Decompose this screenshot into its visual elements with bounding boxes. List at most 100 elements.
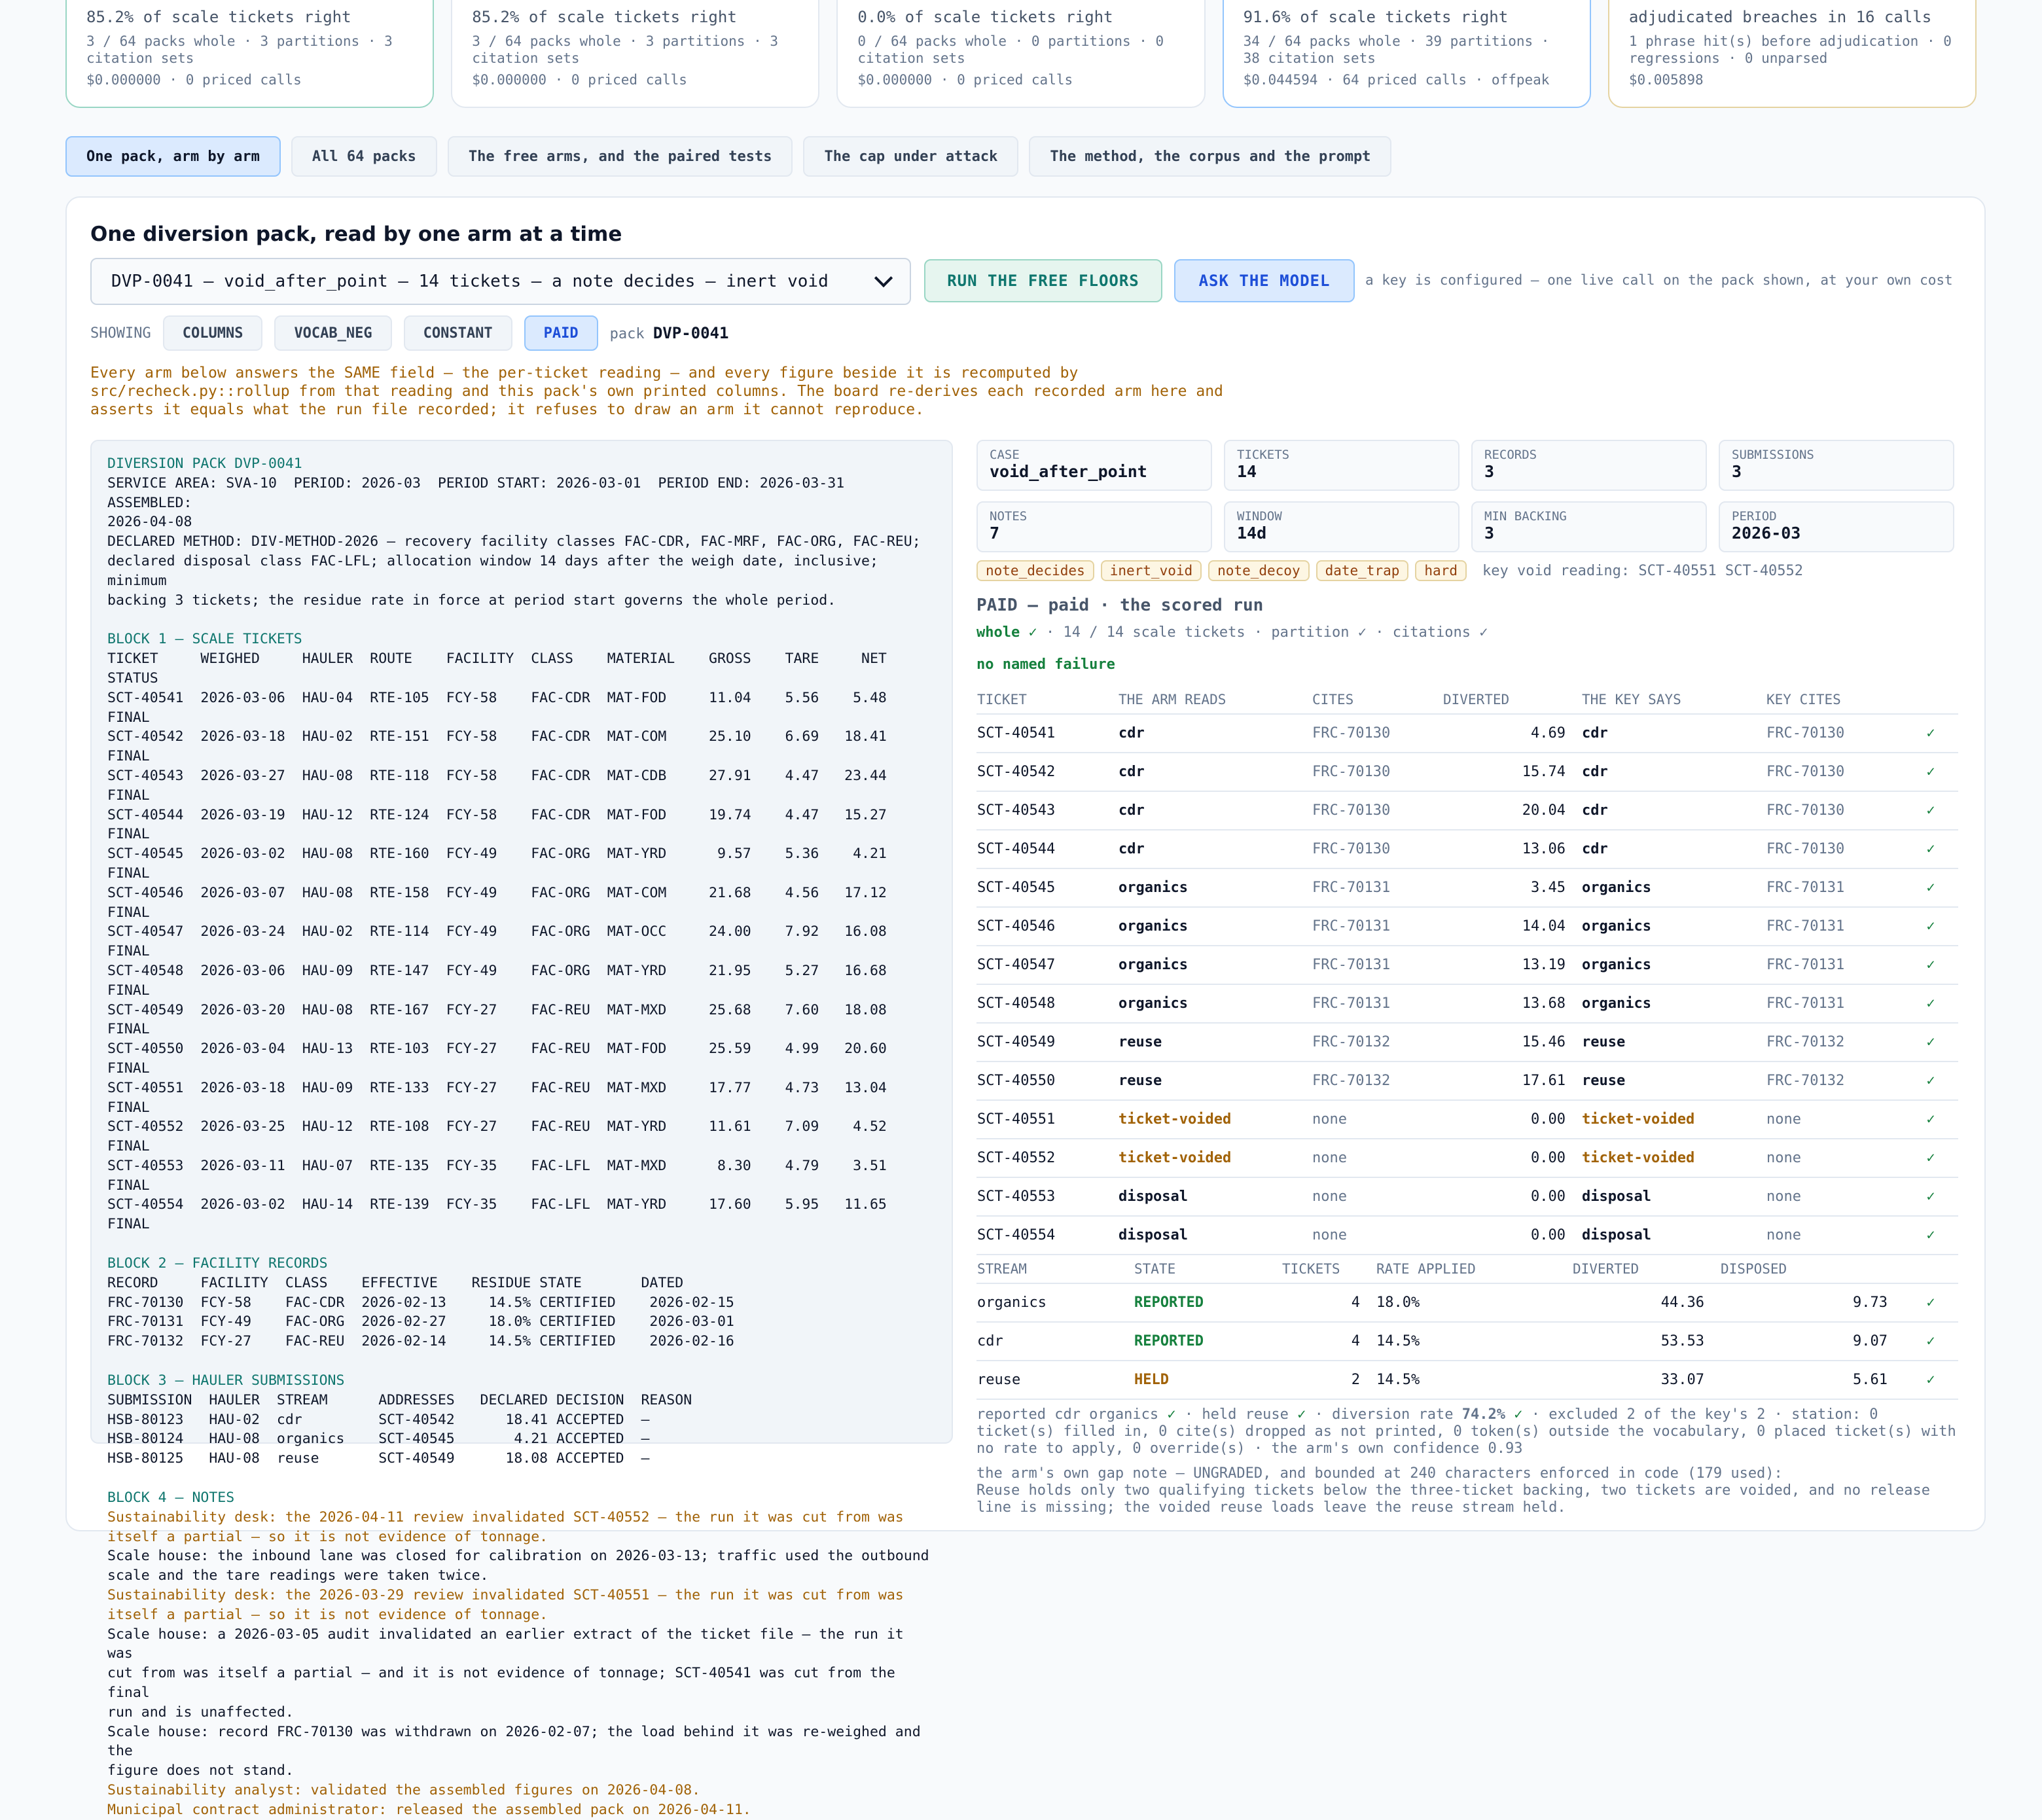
table-row[interactable]: SCT-40554 disposal none 0.00 disposal none ✓ [976, 1216, 1958, 1255]
table-row[interactable]: SCT-40548 organics FRC-70131 13.68 organics F… [976, 984, 1958, 1024]
ticket-id: SCT-40548 [976, 984, 1118, 1024]
summary-part: · held reuse [1175, 1406, 1298, 1423]
tab-free-arms[interactable]: The free arms, and the paired tests [447, 136, 793, 177]
table-row[interactable]: SCT-40551 ticket-voided none 0.00 ticket-voi… [976, 1100, 1958, 1139]
chevron-down-icon [874, 268, 893, 288]
arm-verdict: whole ✓ · 14 / 14 scale tickets · partit… [976, 624, 1958, 641]
check-icon: ✓ [1903, 830, 1958, 869]
col-match [1903, 686, 1958, 715]
key-cite: FRC-70130 [1766, 830, 1903, 869]
key-cite: FRC-70130 [1766, 714, 1903, 753]
check-icon: ✓ [1903, 1177, 1958, 1217]
ticket-id: SCT-40552 [976, 1139, 1118, 1178]
table-row[interactable]: SCT-40545 organics FRC-70131 3.45 organics FR… [976, 868, 1958, 908]
stat-label: CASE [990, 448, 1020, 462]
card-cost: $0.044594 · 64 priced calls · offpeak [1243, 72, 1550, 88]
key-reading: disposal [1581, 1177, 1766, 1217]
ticket-id: SCT-40554 [976, 1216, 1118, 1255]
check-icon: ✓ [1903, 714, 1958, 753]
tab-one-pack[interactable]: One pack, arm by arm [65, 136, 281, 177]
table-row[interactable]: SCT-40550 reuse FRC-70132 17.61 reuse FRC-701… [976, 1062, 1958, 1101]
key-cite: FRC-70130 [1766, 753, 1903, 792]
key-cite: FRC-70132 [1766, 1023, 1903, 1062]
col-disposed: DISPOSED [1720, 1255, 1903, 1284]
summary-card-vocab-neg[interactable]: 85.2% of scale tickets right 3 / 64 pack… [451, 0, 820, 108]
stat-value: 3 [1484, 524, 1495, 543]
status-badge: HELD [1134, 1361, 1281, 1400]
check-icon: ✓ [1903, 1322, 1958, 1361]
tab-all-packs[interactable]: All 64 packs [291, 136, 437, 177]
check-icon: ✓ [1903, 1100, 1958, 1139]
ticket-id: SCT-40550 [976, 1062, 1118, 1101]
stat-label: SUBMISSIONS [1732, 448, 1814, 462]
tag: note_decoy [1208, 560, 1310, 581]
table-row[interactable]: SCT-40543 cdr FRC-70130 20.04 cdr FRC-70130 ✓ [976, 791, 1958, 830]
arm-chip-columns[interactable]: COLUMNS [162, 315, 263, 351]
tag: note_decides [976, 560, 1094, 581]
table-row[interactable]: SCT-40553 disposal none 0.00 disposal none ✓ [976, 1177, 1958, 1217]
table-row[interactable]: SCT-40549 reuse FRC-70132 15.46 reuse FRC-701… [976, 1023, 1958, 1062]
note-line: Sustainability desk: the 2026-04-11 revi… [107, 1508, 904, 1545]
key-cite: none [1766, 1139, 1903, 1178]
diverted-value: 13.68 [1442, 984, 1581, 1024]
table-row[interactable]: SCT-40542 cdr FRC-70130 15.74 cdr FRC-70130 ✓ [976, 753, 1958, 792]
diversion-rate: 74.2% [1461, 1406, 1505, 1423]
check-icon: ✓ [1514, 1406, 1523, 1423]
table-row[interactable]: SCT-40541 cdr FRC-70130 4.69 cdr FRC-70130 ✓ [976, 714, 1958, 753]
ticket-id: SCT-40547 [976, 946, 1118, 985]
key-cite: FRC-70131 [1766, 868, 1903, 908]
summary-card-constant[interactable]: 0.0% of scale tickets right 0 / 64 packs… [836, 0, 1206, 108]
stream-disposed: 9.73 [1720, 1283, 1903, 1323]
table-row[interactable]: reuse HELD 2 14.5% 33.07 5.61 ✓ [976, 1361, 1958, 1400]
table-header: TICKET THE ARM READS CITES DIVERTED THE … [976, 686, 1958, 715]
run-free-floors-button[interactable]: RUN THE FREE FLOORS [924, 259, 1162, 302]
table-row[interactable]: cdr REPORTED 4 14.5% 53.53 9.07 ✓ [976, 1322, 1958, 1361]
showing-label: SHOWING [90, 325, 151, 342]
card-sub: 0 / 64 packs whole · 0 partitions · 0 ci… [857, 33, 1164, 66]
table-row[interactable]: SCT-40552 ticket-voided none 0.00 ticket-voi… [976, 1139, 1958, 1178]
diverted-value: 13.19 [1442, 946, 1581, 985]
arm-chip-constant[interactable]: CONSTANT [403, 315, 512, 351]
stream-name: organics [976, 1283, 1134, 1323]
summary-card-paid[interactable]: 91.6% of scale tickets right 34 / 64 pac… [1222, 0, 1591, 108]
arm-reading: disposal [1118, 1177, 1312, 1217]
pack-select[interactable]: DVP-0041 — void_after_point — 14 tickets… [90, 258, 911, 305]
arm-cite: none [1312, 1177, 1442, 1217]
arm-cite: FRC-70132 [1312, 1023, 1442, 1062]
note-line: Municipal contract administrator: releas… [107, 1801, 751, 1818]
arm-chip-paid[interactable]: PAID [524, 315, 598, 351]
note-line: Scale house: the inbound lane was closed… [107, 1548, 929, 1584]
diverted-value: 15.46 [1442, 1023, 1581, 1062]
ask-model-button[interactable]: ASK THE MODEL [1174, 259, 1355, 302]
note-line: Scale house: a 2026-03-05 audit invalida… [107, 1626, 904, 1721]
check-icon: ✓ [1903, 1062, 1958, 1101]
summary-card-columns[interactable]: 85.2% of scale tickets right 3 / 64 pack… [65, 0, 435, 108]
col-key-cites: KEY CITES [1766, 686, 1903, 715]
diverted-value: 17.61 [1442, 1062, 1581, 1101]
table-row[interactable]: organics REPORTED 4 18.0% 44.36 9.73 ✓ [976, 1283, 1958, 1323]
arm-chip-vocab-neg[interactable]: VOCAB_NEG [274, 315, 392, 351]
gap-note: the arm's own gap note — UNGRADED, and b… [976, 1465, 1958, 1516]
card-sub: 3 / 64 packs whole · 3 partitions · 3 ci… [472, 33, 778, 66]
status-badge: REPORTED [1134, 1322, 1281, 1361]
key-cite: none [1766, 1216, 1903, 1255]
table-row[interactable]: SCT-40544 cdr FRC-70130 13.06 cdr FRC-70130 ✓ [976, 830, 1958, 869]
stat-label: MIN BACKING [1484, 509, 1567, 524]
ticket-id: SCT-40549 [976, 1023, 1118, 1062]
arm-reading: disposal [1118, 1216, 1312, 1255]
note-line: Sustainability analyst: validated the as… [107, 1782, 701, 1798]
key-cite: FRC-70131 [1766, 907, 1903, 946]
key-cite: FRC-70131 [1766, 984, 1903, 1024]
block2-title: BLOCK 2 — FACILITY RECORDS [107, 1255, 328, 1272]
card-lead: 91.6% of scale tickets right [1243, 8, 1509, 26]
table-row[interactable]: SCT-40546 organics FRC-70131 14.04 organics F… [976, 907, 1958, 946]
table-row[interactable]: SCT-40547 organics FRC-70131 13.19 organics F… [976, 946, 1958, 985]
key-reading: organics [1581, 868, 1766, 908]
case-tags: note_decides inert_void note_decoy date_… [976, 560, 1958, 581]
ticket-id: SCT-40542 [976, 753, 1118, 792]
summary-card-adjudication[interactable]: adjudicated breaches in 16 calls 1 phras… [1607, 0, 1977, 108]
tab-method[interactable]: The method, the corpus and the prompt [1029, 136, 1392, 177]
tab-cap-under-attack[interactable]: The cap under attack [803, 136, 1019, 177]
key-reading: ticket-voided [1581, 1139, 1766, 1178]
key-reading: reuse [1581, 1062, 1766, 1101]
